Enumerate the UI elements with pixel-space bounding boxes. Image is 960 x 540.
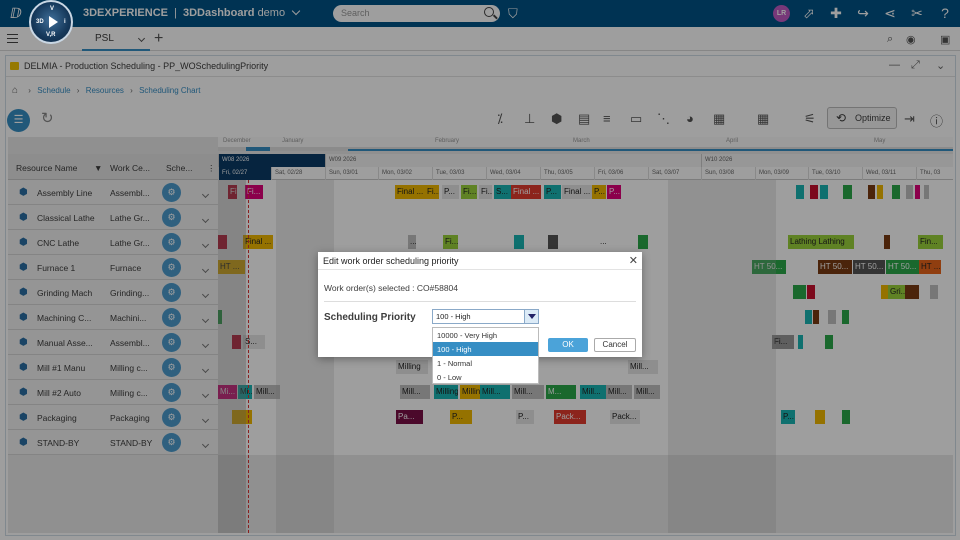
ok-button[interactable]: OK [548,338,588,352]
dialog-title: Edit work order scheduling priority [323,256,459,266]
priority-option[interactable]: 10000 - Very High [433,328,538,342]
selected-work-orders: Work order(s) selected : CO#58804 [324,283,459,293]
priority-options-list: 10000 - Very High 100 - High 1 - Normal … [432,327,539,384]
compass-icon[interactable]: 3D V V,R i [29,0,73,44]
compass-label-i: i [64,19,66,25]
priority-option[interactable]: 0 - Low [433,370,538,384]
dropdown-arrow-icon[interactable] [524,310,538,323]
cancel-button[interactable]: Cancel [594,338,636,352]
priority-select[interactable]: 100 - High [432,309,539,324]
close-icon[interactable]: ✕ [629,254,638,267]
compass-label-vr: V,R [46,32,56,38]
compass-play-icon[interactable] [49,16,58,28]
priority-option-selected[interactable]: 100 - High [433,342,538,356]
compass-label-3d: 3D [36,19,44,25]
dialog-divider [324,301,636,302]
priority-option[interactable]: 1 - Normal [433,356,538,370]
priority-label: Scheduling Priority [324,312,416,323]
compass-label-v: V [50,6,55,12]
priority-value: 100 - High [436,312,471,321]
dialog-divider [318,269,642,270]
